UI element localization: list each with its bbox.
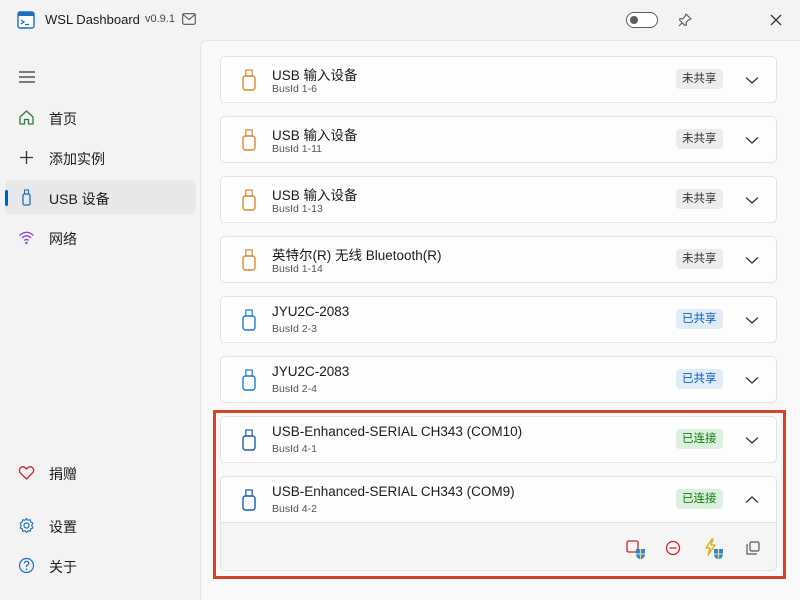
usb-icon — [242, 429, 256, 451]
mail-icon[interactable] — [182, 13, 196, 25]
lightning-shield-icon[interactable] — [703, 538, 725, 560]
sidebar-item-label: 网络 — [49, 231, 77, 247]
device-busid: BusId 1-14 — [272, 263, 323, 275]
sidebar-item-home[interactable]: 首页 — [5, 100, 196, 134]
active-indicator — [5, 190, 8, 206]
device-card-expanded[interactable]: USB-Enhanced-SERIAL CH343 (COM9) BusId 4… — [220, 476, 777, 523]
status-badge: 已共享 — [676, 369, 723, 389]
device-name: 英特尔(R) 无线 Bluetooth(R) — [272, 248, 442, 263]
status-badge: 未共享 — [676, 69, 723, 89]
device-name: USB-Enhanced-SERIAL CH343 (COM9) — [272, 484, 515, 499]
sidebar-item-about[interactable]: 关于 — [5, 548, 196, 582]
device-card[interactable]: USB 输入设备 BusId 1-6 未共享 — [220, 56, 777, 103]
menu-icon[interactable] — [19, 70, 35, 84]
device-busid: BusId 1-11 — [272, 143, 323, 155]
device-actions-panel — [220, 523, 777, 571]
usb-icon — [242, 129, 256, 151]
chevron-down-icon[interactable] — [745, 74, 759, 86]
device-card[interactable]: USB-Enhanced-SERIAL CH343 (COM10) BusId … — [220, 416, 777, 463]
usb-icon — [22, 189, 31, 206]
usb-icon — [242, 189, 256, 211]
home-icon — [19, 110, 34, 125]
wifi-icon — [19, 231, 34, 245]
app-title: WSL Dashboard — [45, 12, 140, 27]
minus-circle-icon[interactable] — [662, 537, 684, 559]
sidebar-item-donate[interactable]: 捐赠 — [5, 455, 196, 489]
chevron-down-icon[interactable] — [745, 374, 759, 386]
sidebar-item-usb[interactable]: USB 设备 — [5, 180, 196, 214]
device-busid: BusId 1-13 — [272, 203, 323, 215]
chevron-down-icon[interactable] — [745, 194, 759, 206]
usb-icon — [242, 69, 256, 91]
sidebar-item-settings[interactable]: 设置 — [5, 508, 196, 542]
device-card[interactable]: JYU2C-2083 BusId 2-4 已共享 — [220, 356, 777, 403]
usb-icon — [242, 489, 256, 511]
toggle-knob — [630, 16, 638, 24]
sidebar-item-label: 捐赠 — [49, 466, 77, 482]
device-card[interactable]: 英特尔(R) 无线 Bluetooth(R) BusId 1-14 未共享 — [220, 236, 777, 283]
device-busid: BusId 2-4 — [272, 383, 317, 395]
help-icon — [18, 557, 35, 574]
device-busid: BusId 1-6 — [272, 83, 317, 95]
device-name: USB 输入设备 — [272, 68, 358, 83]
sidebar-item-label: 添加实例 — [49, 151, 105, 167]
status-badge: 已共享 — [676, 309, 723, 329]
device-name: USB 输入设备 — [272, 128, 358, 143]
status-badge: 已连接 — [676, 489, 723, 509]
status-badge: 未共享 — [676, 189, 723, 209]
sidebar-item-label: 首页 — [49, 111, 77, 127]
stop-shield-icon[interactable] — [625, 538, 647, 560]
device-card[interactable]: USB 输入设备 BusId 1-13 未共享 — [220, 176, 777, 223]
status-badge: 已连接 — [676, 429, 723, 449]
device-busid: BusId 2-3 — [272, 323, 317, 335]
gear-icon — [19, 517, 34, 534]
copy-icon[interactable] — [742, 537, 764, 559]
device-name: USB-Enhanced-SERIAL CH343 (COM10) — [272, 424, 523, 439]
chevron-up-icon[interactable] — [745, 494, 759, 506]
sidebar-item-label: USB 设备 — [49, 191, 110, 207]
device-name: JYU2C-2083 — [272, 304, 350, 319]
device-card[interactable]: USB 输入设备 BusId 1-11 未共享 — [220, 116, 777, 163]
chevron-down-icon[interactable] — [745, 434, 759, 446]
plus-icon — [20, 151, 33, 164]
device-busid: BusId 4-1 — [272, 443, 317, 455]
usb-icon — [242, 369, 256, 391]
status-badge: 未共享 — [676, 249, 723, 269]
sidebar-item-network[interactable]: 网络 — [5, 220, 196, 254]
app-version: v0.9.1 — [145, 13, 175, 25]
sidebar-item-add-instance[interactable]: 添加实例 — [5, 140, 196, 174]
device-name: JYU2C-2083 — [272, 364, 350, 379]
status-badge: 未共享 — [676, 129, 723, 149]
chevron-down-icon[interactable] — [745, 134, 759, 146]
sidebar-item-label: 关于 — [49, 559, 77, 575]
device-busid: BusId 4-2 — [272, 503, 317, 515]
sidebar-item-label: 设置 — [49, 519, 77, 535]
device-name: USB 输入设备 — [272, 188, 358, 203]
pin-icon[interactable] — [677, 12, 693, 28]
chevron-down-icon[interactable] — [745, 254, 759, 266]
title-bar: WSL Dashboard v0.9.1 — [0, 0, 800, 40]
theme-toggle[interactable] — [626, 12, 658, 28]
app-logo-icon — [17, 11, 35, 29]
usb-icon — [242, 249, 256, 271]
chevron-down-icon[interactable] — [745, 314, 759, 326]
usb-icon — [242, 309, 256, 331]
close-icon[interactable] — [768, 12, 784, 28]
device-card[interactable]: JYU2C-2083 BusId 2-3 已共享 — [220, 296, 777, 343]
heart-icon — [18, 466, 35, 480]
